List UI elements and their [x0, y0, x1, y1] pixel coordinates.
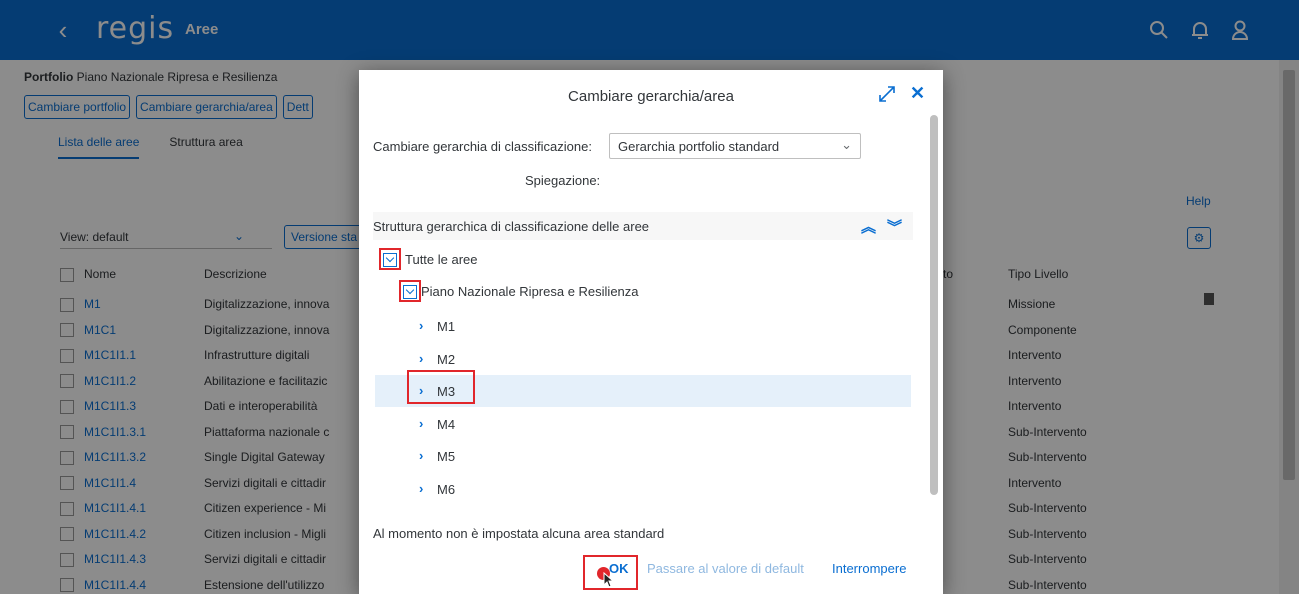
collapse-all-icon[interactable]: ︽ [861, 216, 876, 237]
tree-node-m5[interactable]: › M5 [375, 440, 911, 472]
tree-node-root[interactable]: Tutte le aree [405, 252, 478, 267]
cancel-button[interactable]: Interrompere [832, 561, 906, 576]
highlight-m3 [407, 370, 475, 404]
tree-node-pnrr[interactable]: Piano Nazionale Ripresa e Resilienza [421, 284, 639, 299]
chevron-right-icon[interactable]: › [419, 481, 423, 496]
dialog-scrollbar-thumb[interactable] [930, 115, 938, 495]
tree-node-label: M4 [437, 416, 456, 432]
hierarchy-label: Cambiare gerarchia di classificazione: [373, 139, 592, 154]
default-button[interactable]: Passare al valore di default [647, 561, 804, 576]
dialog-title: Cambiare gerarchia/area [568, 88, 734, 105]
chevron-right-icon[interactable]: › [419, 448, 423, 463]
expand-icon[interactable] [877, 84, 897, 104]
tree-node-m4[interactable]: › M4 [375, 408, 911, 440]
tree-node-label: M5 [437, 449, 456, 464]
chevron-right-icon[interactable]: › [419, 351, 423, 366]
chevron-right-icon[interactable]: › [419, 416, 423, 431]
mouse-cursor-icon [603, 572, 615, 588]
chevron-right-icon[interactable]: › [419, 318, 423, 333]
expand-all-icon[interactable]: ︾ [887, 216, 902, 237]
change-hierarchy-dialog: Cambiare gerarchia/area ✕ Cambiare gerar… [359, 70, 943, 594]
dialog-scrollbar[interactable] [929, 115, 939, 495]
close-icon[interactable]: ✕ [910, 83, 925, 104]
chevron-down-icon: ⌄ [841, 137, 852, 152]
tree-header: Struttura gerarchica di classificazione … [373, 212, 913, 240]
tree-node-m1[interactable]: › M1 [375, 310, 911, 342]
default-area-note: Al momento non è impostata alcuna area s… [373, 526, 665, 541]
highlight-pnrr-toggle [399, 280, 421, 302]
highlight-root-toggle [379, 248, 401, 270]
hierarchy-select[interactable]: Gerarchia portfolio standard ⌄ [609, 133, 861, 159]
hierarchy-select-value: Gerarchia portfolio standard [618, 139, 780, 154]
spiegazione-label: Spiegazione: [525, 173, 601, 188]
tree-header-title: Struttura gerarchica di classificazione … [373, 219, 650, 234]
tree-node-label: M2 [437, 351, 456, 367]
tree-node-label: M1 [437, 319, 456, 334]
tree-node-m6[interactable]: › M6 [375, 473, 911, 505]
tree-node-label: M6 [437, 481, 456, 497]
